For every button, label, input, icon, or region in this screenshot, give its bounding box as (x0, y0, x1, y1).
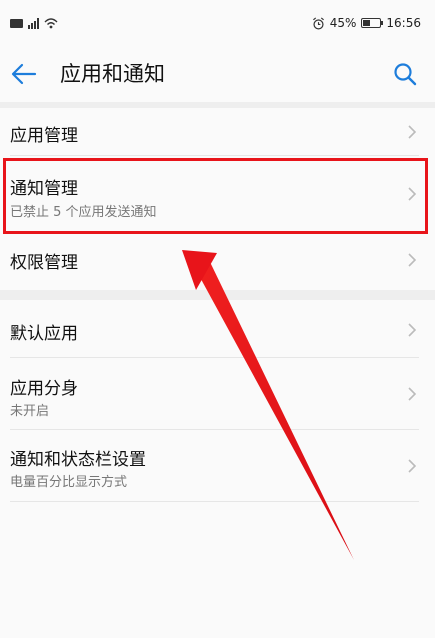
item-title: 默认应用 (10, 324, 78, 344)
wifi-icon (44, 18, 58, 29)
list-item-app-management[interactable]: 应用管理 (0, 108, 435, 156)
section-divider (0, 290, 435, 300)
chevron-right-icon (408, 459, 417, 473)
item-title: 通知和状态栏设置 (10, 450, 146, 470)
settings-list-secondary: 默认应用 应用分身 未开启 通知和状态栏设置 电量百分比显示方式 (0, 300, 435, 502)
list-item-permission-management[interactable]: 权限管理 (0, 232, 435, 288)
chevron-right-icon (408, 323, 417, 337)
back-button[interactable] (10, 60, 38, 88)
chevron-right-icon (408, 387, 417, 401)
alarm-clock-icon (312, 16, 324, 29)
chevron-right-icon (408, 125, 417, 139)
item-subtitle: 未开启 (10, 404, 50, 419)
battery-icon (361, 18, 384, 28)
battery-percent: 45% (329, 16, 357, 30)
item-title: 应用分身 (10, 379, 78, 399)
list-item-app-twin[interactable]: 应用分身 未开启 (0, 358, 435, 430)
list-item-notification-statusbar-settings[interactable]: 通知和状态栏设置 电量百分比显示方式 (0, 430, 435, 502)
chevron-right-icon (408, 253, 417, 267)
app-header: 应用和通知 (0, 46, 435, 102)
status-bar: 45% 16:56 (0, 0, 435, 46)
page-title: 应用和通知 (60, 62, 165, 86)
search-button[interactable] (391, 60, 419, 88)
item-title: 权限管理 (10, 253, 78, 273)
list-item-default-apps[interactable]: 默认应用 (0, 300, 435, 358)
item-title: 应用管理 (10, 126, 78, 146)
item-subtitle: 已禁止 5 个应用发送通知 (10, 205, 157, 220)
item-title: 通知管理 (10, 179, 78, 199)
status-left (10, 16, 58, 30)
signal-strength-icon (28, 17, 39, 29)
chevron-right-icon (408, 187, 417, 201)
item-subtitle: 电量百分比显示方式 (10, 475, 128, 490)
settings-list-primary: 应用管理 通知管理 已禁止 5 个应用发送通知 权限管理 (0, 108, 435, 288)
sim-card-icon (10, 18, 23, 28)
search-icon (394, 63, 417, 86)
status-right: 45% 16:56 (312, 16, 421, 30)
list-separator (10, 501, 419, 502)
list-item-notification-management[interactable]: 通知管理 已禁止 5 个应用发送通知 (0, 156, 435, 232)
clock-time: 16:56 (386, 16, 421, 30)
arrow-left-icon (11, 63, 37, 85)
